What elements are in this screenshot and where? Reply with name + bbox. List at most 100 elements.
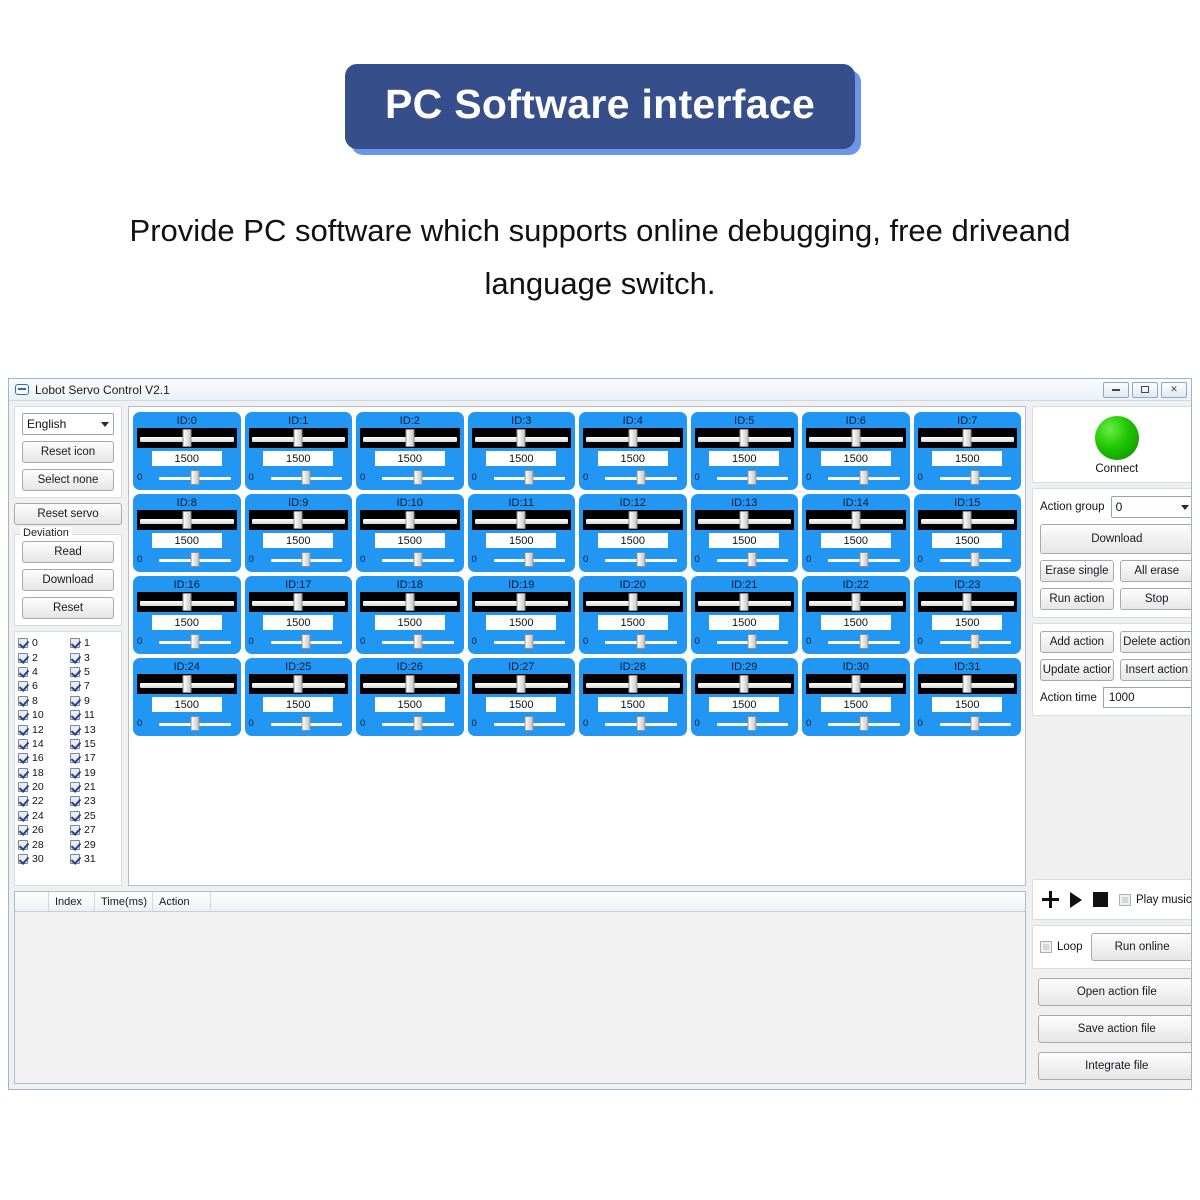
slider-thumb[interactable] [293,593,303,612]
stop-button[interactable]: Stop [1119,588,1191,610]
servo-checkbox-5[interactable]: 5 [70,665,118,679]
servo-deviation-slider[interactable] [711,634,795,650]
column-header[interactable]: Action [153,892,211,911]
servo-position-input[interactable]: 1500 [486,697,557,713]
deviation-read-button[interactable]: Read [22,541,114,563]
servo-card[interactable]: ID:5 1500 0 [690,412,798,490]
servo-position-slider[interactable] [248,428,348,449]
servo-checkbox-19[interactable]: 19 [70,766,118,780]
servo-deviation-slider[interactable] [153,470,237,486]
servo-position-input[interactable]: 1500 [932,615,1003,631]
slider-thumb[interactable] [190,634,200,650]
slider-thumb[interactable] [636,634,646,650]
servo-deviation-slider[interactable] [153,716,237,732]
slider-thumb[interactable] [636,470,646,486]
slider-thumb[interactable] [962,593,972,612]
slider-thumb[interactable] [851,593,861,612]
servo-position-input[interactable]: 1500 [820,615,891,631]
servo-deviation-slider[interactable] [265,552,349,568]
servo-position-slider[interactable] [806,510,906,531]
servo-card[interactable]: ID:26 1500 0 [356,658,464,736]
slider-thumb[interactable] [182,429,192,448]
servo-position-slider[interactable] [694,674,794,695]
servo-position-slider[interactable] [137,428,237,449]
slider-thumb[interactable] [628,511,638,530]
servo-deviation-slider[interactable] [934,634,1018,650]
slider-thumb[interactable] [301,634,311,650]
servo-position-input[interactable]: 1500 [597,451,668,467]
servo-checkbox-9[interactable]: 9 [70,694,118,708]
slider-thumb[interactable] [628,675,638,694]
servo-position-input[interactable]: 1500 [932,533,1003,549]
servo-checkbox-20[interactable]: 20 [18,780,66,794]
column-header[interactable]: Index [49,892,95,911]
servo-position-slider[interactable] [583,592,683,613]
slider-thumb[interactable] [747,470,757,486]
insert-action-button[interactable]: Insert action [1119,659,1191,681]
servo-checkbox-21[interactable]: 21 [70,780,118,794]
servo-position-input[interactable]: 1500 [820,451,891,467]
servo-checkbox-22[interactable]: 22 [18,794,66,808]
servo-deviation-slider[interactable] [599,634,683,650]
connection-status[interactable]: Connect [1040,414,1191,475]
servo-deviation-slider[interactable] [376,716,460,732]
servo-deviation-slider[interactable] [376,634,460,650]
slider-thumb[interactable] [851,511,861,530]
slider-thumb[interactable] [301,716,311,732]
servo-deviation-slider[interactable] [934,552,1018,568]
plus-icon[interactable] [1042,891,1059,908]
servo-card[interactable]: ID:23 1500 0 [913,576,1021,654]
servo-position-input[interactable]: 1500 [151,697,222,713]
slider-thumb[interactable] [851,429,861,448]
slider-thumb[interactable] [851,675,861,694]
servo-position-slider[interactable] [137,674,237,695]
servo-deviation-slider[interactable] [488,716,572,732]
servo-checkbox-29[interactable]: 29 [70,837,118,851]
servo-checkbox-27[interactable]: 27 [70,823,118,837]
servo-card[interactable]: ID:25 1500 0 [244,658,352,736]
servo-position-slider[interactable] [360,592,460,613]
servo-position-input[interactable]: 1500 [486,533,557,549]
slider-thumb[interactable] [293,429,303,448]
servo-checkbox-12[interactable]: 12 [18,722,66,736]
slider-thumb[interactable] [970,552,980,568]
servo-position-input[interactable]: 1500 [820,697,891,713]
servo-position-input[interactable]: 1500 [263,615,334,631]
servo-position-input[interactable]: 1500 [263,697,334,713]
servo-position-slider[interactable] [583,510,683,531]
slider-thumb[interactable] [628,593,638,612]
servo-checkbox-31[interactable]: 31 [70,852,118,866]
action-table-body[interactable] [15,912,1025,1083]
servo-checkbox-6[interactable]: 6 [18,679,66,693]
servo-checkbox-26[interactable]: 26 [18,823,66,837]
servo-deviation-slider[interactable] [711,470,795,486]
servo-card[interactable]: ID:18 1500 0 [356,576,464,654]
slider-thumb[interactable] [962,429,972,448]
download-button[interactable]: Download [1040,524,1191,554]
servo-card[interactable]: ID:10 1500 0 [356,494,464,572]
servo-position-slider[interactable] [471,592,571,613]
servo-position-slider[interactable] [694,428,794,449]
servo-card[interactable]: ID:7 1500 0 [913,412,1021,490]
servo-checkbox-28[interactable]: 28 [18,837,66,851]
servo-deviation-slider[interactable] [599,470,683,486]
servo-checkbox-0[interactable]: 0 [18,636,66,650]
slider-thumb[interactable] [859,552,869,568]
servo-checkbox-18[interactable]: 18 [18,766,66,780]
servo-checkbox-30[interactable]: 30 [18,852,66,866]
servo-position-input[interactable]: 1500 [597,615,668,631]
slider-thumb[interactable] [747,634,757,650]
servo-deviation-slider[interactable] [265,470,349,486]
erase-single-button[interactable]: Erase single [1040,560,1114,582]
all-erase-button[interactable]: All erase [1119,560,1191,582]
deviation-reset-button[interactable]: Reset [22,597,114,619]
slider-thumb[interactable] [293,675,303,694]
slider-thumb[interactable] [405,511,415,530]
servo-deviation-slider[interactable] [822,552,906,568]
save-action-file-button[interactable]: Save action file [1038,1015,1191,1043]
servo-card[interactable]: ID:22 1500 0 [802,576,910,654]
servo-card[interactable]: ID:17 1500 0 [244,576,352,654]
integrate-file-button[interactable]: Integrate file [1038,1052,1191,1080]
slider-thumb[interactable] [739,675,749,694]
servo-deviation-slider[interactable] [711,716,795,732]
